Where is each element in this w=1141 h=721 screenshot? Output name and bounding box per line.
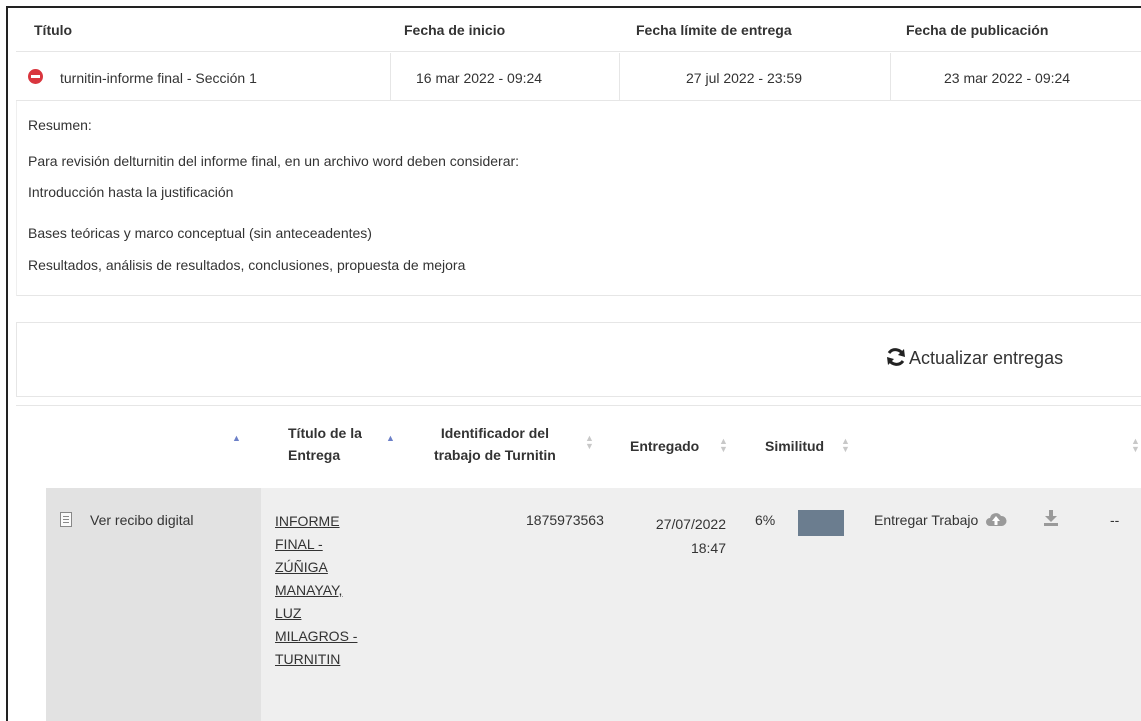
submitted-date: 27/07/2022 18:47 <box>655 516 726 556</box>
summary-line: Introducción hasta la justificación <box>28 184 234 200</box>
paper-id: 1875973563 <box>526 512 604 528</box>
summary-label: Resumen: <box>28 117 92 133</box>
assignment-row: turnitin-informe final - Sección 1 16 ma… <box>16 53 1141 101</box>
sort-asc-icon[interactable]: ▲ <box>386 434 395 443</box>
divider <box>390 53 391 101</box>
download-icon[interactable] <box>1044 510 1058 526</box>
summary-line: Para revisión delturnitin del informe fi… <box>28 153 520 169</box>
sort-both-icon[interactable]: ▲ ▼ <box>719 437 728 454</box>
header-similarity[interactable]: Similitud <box>765 435 824 457</box>
refresh-submissions-button[interactable]: Actualizar entregas <box>885 347 1063 369</box>
trailing-placeholder: -- <box>1110 512 1120 528</box>
header-paper-id[interactable]: Identificador del trabajo de Turnitin <box>434 422 556 466</box>
cloud-upload-icon <box>986 513 1007 526</box>
sort-asc-icon[interactable]: ▲ <box>232 434 241 443</box>
refresh-label: Actualizar entregas <box>909 348 1064 368</box>
summary-line: Resultados, análisis de resultados, conc… <box>28 257 466 273</box>
similarity-percent: 6% <box>755 512 776 528</box>
divider <box>890 53 891 101</box>
receipt-cell: Ver recibo digital <box>46 488 261 721</box>
column-post-date: Fecha de publicación <box>906 22 1049 38</box>
submission-row: Ver recibo digital INFORME FINAL - ZÚÑIG… <box>46 488 1141 721</box>
column-title: Título <box>34 22 73 38</box>
view-receipt-link[interactable]: Ver recibo digital <box>90 512 194 528</box>
sort-both-icon[interactable]: ▲ ▼ <box>585 434 594 451</box>
assignment-start-date: 16 mar 2022 - 09:24 <box>416 70 543 86</box>
similarity-bar[interactable] <box>798 510 844 536</box>
assignment-due-date: 27 jul 2022 - 23:59 <box>686 70 802 86</box>
summary-line: Bases teóricas y marco conceptual (sin a… <box>28 225 372 241</box>
assignment-post-date: 23 mar 2022 - 09:24 <box>944 70 1071 86</box>
assignment-table-header: Título Fecha de inicio Fecha límite de e… <box>16 14 1141 52</box>
document-icon <box>60 512 72 527</box>
header-submission-title[interactable]: Título de la Entrega <box>288 422 362 466</box>
assignment-title: turnitin-informe final - Sección 1 <box>60 70 257 86</box>
submission-title-link[interactable]: INFORME FINAL - ZÚÑIGA MANAYAY, LUZ MILA… <box>275 510 385 671</box>
sort-both-icon[interactable]: ▲ ▼ <box>841 437 850 454</box>
submissions-table: ▲ Título de la Entrega ▲ Identificador d… <box>16 405 1141 721</box>
assignment-summary: Resumen: Para revisión delturnitin del i… <box>16 101 1141 296</box>
minus-circle-icon <box>28 69 43 84</box>
column-due-date: Fecha límite de entrega <box>636 22 792 38</box>
refresh-panel: Actualizar entregas <box>16 322 1141 397</box>
header-submitted[interactable]: Entregado <box>630 435 699 457</box>
refresh-icon <box>887 348 905 366</box>
submit-work-button[interactable]: Entregar Trabajo <box>874 512 1007 528</box>
column-start-date: Fecha de inicio <box>404 22 506 38</box>
sort-both-icon[interactable]: ▲ ▼ <box>1131 437 1140 454</box>
divider <box>619 53 620 101</box>
